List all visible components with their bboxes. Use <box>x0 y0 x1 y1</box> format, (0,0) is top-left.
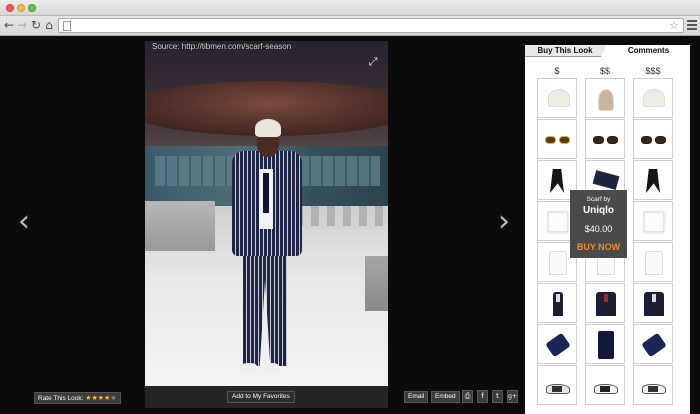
hat-thumbnail <box>544 87 572 111</box>
product-suit-low[interactable] <box>537 283 577 323</box>
shirt-thumbnail <box>640 251 668 275</box>
googleplus-icon[interactable]: g+ <box>507 390 518 403</box>
product-sunglasses-mid[interactable] <box>585 119 625 159</box>
tie-thumbnail <box>640 332 668 358</box>
product-shoes-mid[interactable] <box>585 365 625 405</box>
suit-thumbnail <box>592 292 620 316</box>
tab-comments[interactable]: Comments <box>601 45 690 57</box>
tooltip-price: $40.00 <box>584 224 613 234</box>
sunglasses-thumbnail <box>544 128 572 152</box>
product-hat-mid[interactable] <box>585 78 625 118</box>
product-scarf-high[interactable] <box>633 160 673 200</box>
address-bar[interactable]: ☆ <box>58 18 684 33</box>
tie-thumbnail <box>592 331 620 359</box>
look-photo <box>145 41 388 386</box>
shirt-thumbnail <box>544 251 572 275</box>
add-to-favorites-button[interactable]: Add to My Favorites <box>227 391 295 403</box>
rate-label: Rate This Look: <box>38 395 84 402</box>
product-suit-mid[interactable] <box>585 283 625 323</box>
twitter-icon[interactable]: t <box>492 390 503 403</box>
price-tier-mid: $$ <box>599 66 610 76</box>
next-look-arrow-icon[interactable]: › <box>498 207 510 237</box>
minimize-window-icon[interactable] <box>17 4 25 12</box>
rating-stars[interactable]: ★★★★★ <box>85 394 116 402</box>
sunglasses-thumbnail <box>640 128 668 152</box>
suit-thumbnail <box>544 292 572 316</box>
panel-tabs: Buy This Look Comments <box>525 45 690 57</box>
shoes-thumbnail <box>592 374 620 398</box>
email-button[interactable]: Email <box>404 391 429 403</box>
product-tooltip: Scarf by Uniqlo $40.00 BUY NOW <box>570 190 627 258</box>
photo-source-link[interactable]: Source: http://tibmen.com/scarf-season <box>152 42 291 51</box>
window-titlebar <box>0 0 700 16</box>
buy-this-look-panel: Buy This Look Comments $ $$ $$$ Scarf by… <box>525 45 690 414</box>
pocket-square-thumbnail <box>544 210 572 234</box>
price-tier-high: $$$ <box>645 66 661 76</box>
suit-thumbnail <box>640 292 668 316</box>
product-pocket-square-high[interactable] <box>633 201 673 241</box>
photo-footer: Add to My Favorites <box>145 386 388 408</box>
browser-toolbar: ← → ↻ ⌂ ☆ <box>0 16 700 36</box>
product-sunglasses-low[interactable] <box>537 119 577 159</box>
product-hat-high[interactable] <box>633 78 673 118</box>
shoes-thumbnail <box>640 374 668 398</box>
forward-arrow-icon[interactable]: → <box>15 18 29 33</box>
home-icon[interactable]: ⌂ <box>42 18 56 33</box>
product-sunglasses-high[interactable] <box>633 119 673 159</box>
product-suit-high[interactable] <box>633 283 673 323</box>
tooltip-by-label: Scarf by <box>586 196 611 203</box>
bookmark-star-icon[interactable]: ☆ <box>669 19 679 32</box>
sunglasses-thumbnail <box>592 128 620 152</box>
product-tie-high[interactable] <box>633 324 673 364</box>
product-hat-low[interactable] <box>537 78 577 118</box>
pocket-square-thumbnail <box>640 210 668 234</box>
zoom-window-icon[interactable] <box>28 4 36 12</box>
rate-look-widget[interactable]: Rate This Look: ★★★★★ <box>34 392 121 404</box>
hat-thumbnail <box>592 87 620 111</box>
price-tier-low: $ <box>554 66 560 76</box>
buy-now-button[interactable]: BUY NOW <box>570 242 627 252</box>
tab-buy-this-look[interactable]: Buy This Look <box>525 45 605 57</box>
previous-look-arrow-icon[interactable]: ‹ <box>18 207 30 237</box>
reload-icon[interactable]: ↻ <box>29 18 43 33</box>
product-tie-mid[interactable] <box>585 324 625 364</box>
product-shoes-low[interactable] <box>537 365 577 405</box>
shoes-thumbnail <box>544 374 572 398</box>
hat-thumbnail <box>640 87 668 111</box>
tooltip-brand: Uniqlo <box>582 205 615 216</box>
print-icon[interactable]: ⎙ <box>462 390 473 403</box>
expand-icon[interactable]: ⤢ <box>366 55 380 69</box>
close-window-icon[interactable] <box>6 4 14 12</box>
tie-thumbnail <box>544 332 572 358</box>
browser-menu-icon[interactable] <box>687 20 697 30</box>
scarf-thumbnail <box>640 169 668 193</box>
look-action-bar: Rate This Look: ★★★★★ Add to My Favorite… <box>0 386 525 408</box>
scarf-thumbnail <box>544 169 572 193</box>
page-icon <box>63 21 71 31</box>
product-shirt-high[interactable] <box>633 242 673 282</box>
embed-button[interactable]: Embed <box>431 391 460 403</box>
back-arrow-icon[interactable]: ← <box>2 18 16 33</box>
look-viewer: ‹ › Source: http://tibmen.com/scarf-seas… <box>0 37 700 414</box>
facebook-icon[interactable]: f <box>477 390 488 403</box>
product-tie-low[interactable] <box>537 324 577 364</box>
product-shoes-high[interactable] <box>633 365 673 405</box>
